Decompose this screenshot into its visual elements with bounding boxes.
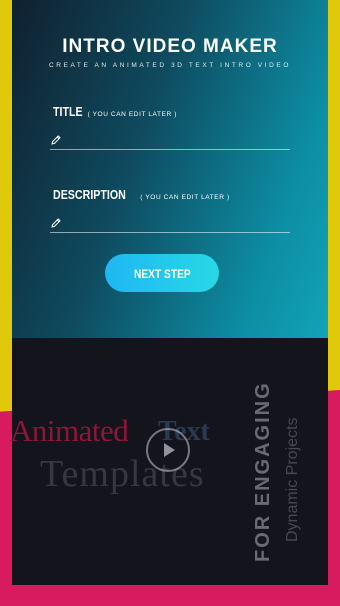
description-label-text: DESCRIPTION: [53, 187, 126, 202]
form-panel: INTRO VIDEO MAKER CREATE AN ANIMATED 3D …: [12, 0, 328, 338]
play-icon: [164, 443, 175, 457]
description-input[interactable]: [62, 217, 283, 229]
app-title: INTRO VIDEO MAKER: [62, 36, 278, 57]
pencil-icon: [51, 218, 61, 228]
title-field[interactable]: [50, 131, 290, 150]
next-step-button[interactable]: NEXT STEP: [105, 254, 219, 292]
title-label-text: TITLE: [53, 104, 83, 119]
next-step-label: NEXT STEP: [133, 267, 191, 281]
play-button[interactable]: [146, 428, 190, 472]
preview-vertical-sub: Dynamic Projects: [284, 417, 301, 542]
preview-vertical-main: FOR ENGAGING: [252, 381, 274, 562]
preview-vertical-text: FOR ENGAGING Dynamic Projects: [240, 352, 320, 572]
description-field[interactable]: [50, 214, 290, 233]
title-input[interactable]: [62, 134, 283, 146]
title-label: TITLE ( YOU CAN EDIT LATER ): [53, 103, 177, 121]
preview-word-animated: Animated: [10, 413, 129, 448]
title-hint: ( YOU CAN EDIT LATER ): [87, 111, 177, 118]
pencil-icon: [51, 135, 61, 145]
app-subtitle: CREATE AN ANIMATED 3D TEXT INTRO VIDEO: [48, 62, 292, 69]
description-hint: ( YOU CAN EDIT LATER ): [140, 194, 230, 201]
description-label: DESCRIPTION ( YOU CAN EDIT LATER ): [53, 186, 230, 204]
